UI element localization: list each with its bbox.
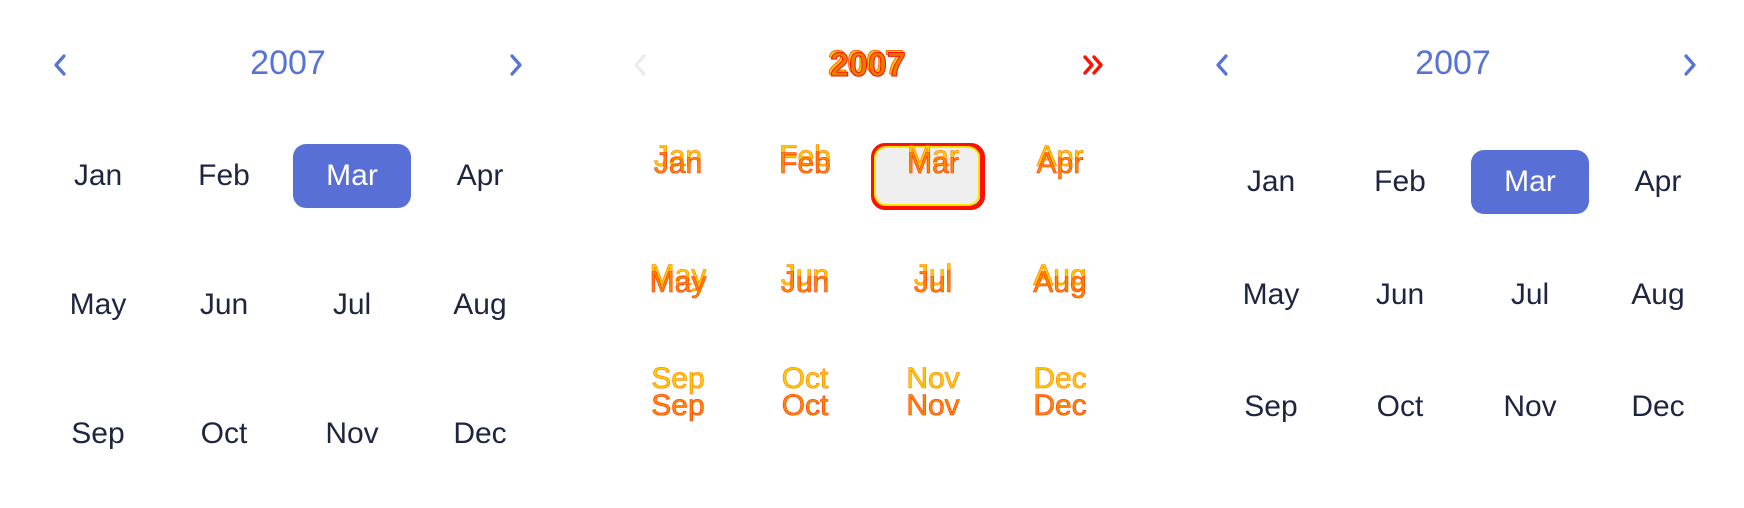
right-month-mar[interactable]: Mar bbox=[1471, 150, 1589, 214]
right-month-oct[interactable]: Oct bbox=[1341, 375, 1459, 439]
right-month-jul[interactable]: Jul bbox=[1471, 263, 1589, 327]
chevron-right-icon bbox=[510, 54, 522, 76]
middle-prev-year-button[interactable] bbox=[626, 48, 654, 82]
left-year-label[interactable]: 2007 bbox=[188, 44, 388, 83]
chevron-left-icon bbox=[634, 54, 646, 76]
left-month-jul[interactable]: Jul bbox=[293, 273, 411, 337]
left-month-oct[interactable]: Oct bbox=[165, 402, 283, 466]
middle-year-label[interactable]: 2007 bbox=[768, 46, 968, 85]
right-month-apr[interactable]: Apr bbox=[1599, 150, 1717, 214]
left-month-jun[interactable]: Jun bbox=[165, 273, 283, 337]
right-month-may[interactable]: May bbox=[1212, 263, 1330, 327]
right-month-nov[interactable]: Nov bbox=[1471, 375, 1589, 439]
right-month-jan[interactable]: Jan bbox=[1212, 150, 1330, 214]
left-month-dec[interactable]: Dec bbox=[421, 402, 539, 466]
left-month-nov[interactable]: Nov bbox=[293, 402, 411, 466]
right-month-jun[interactable]: Jun bbox=[1341, 263, 1459, 327]
right-calendar-panel: 2007 Jan Feb Mar Apr May Jun Jul Aug Sep Oct Nov De… bbox=[1162, 0, 1744, 508]
right-month-sep[interactable]: Sep bbox=[1212, 375, 1330, 439]
right-month-dec[interactable]: Dec bbox=[1599, 375, 1717, 439]
left-calendar-panel: 2007 Jan Feb Mar Apr May Jun Jul Aug Sep Oct Nov De… bbox=[0, 0, 580, 508]
right-month-feb[interactable]: Feb bbox=[1341, 150, 1459, 214]
left-prev-year-button[interactable] bbox=[46, 48, 74, 82]
left-month-sep[interactable]: Sep bbox=[39, 402, 157, 466]
right-prev-year-button[interactable] bbox=[1208, 48, 1236, 82]
chevron-left-icon bbox=[1216, 54, 1228, 76]
left-month-apr[interactable]: Apr bbox=[421, 144, 539, 208]
left-month-may[interactable]: May bbox=[39, 273, 157, 337]
left-month-mar[interactable]: Mar bbox=[293, 144, 411, 208]
left-month-jan[interactable]: Jan bbox=[39, 144, 157, 208]
left-month-aug[interactable]: Aug bbox=[421, 273, 539, 337]
chevron-left-icon bbox=[54, 54, 66, 76]
double-chevron-right-icon bbox=[1083, 55, 1103, 75]
right-year-label[interactable]: 2007 bbox=[1353, 44, 1553, 83]
left-month-feb[interactable]: Feb bbox=[165, 144, 283, 208]
right-next-year-button[interactable] bbox=[1676, 48, 1704, 82]
left-next-year-button[interactable] bbox=[502, 48, 530, 82]
middle-selected-highlight-inner bbox=[874, 146, 980, 206]
middle-diff-panel: 2007 2007 bbox=[580, 0, 1162, 508]
middle-next-year-button[interactable] bbox=[1080, 48, 1108, 82]
right-month-aug[interactable]: Aug bbox=[1599, 263, 1717, 327]
chevron-right-icon bbox=[1684, 54, 1696, 76]
